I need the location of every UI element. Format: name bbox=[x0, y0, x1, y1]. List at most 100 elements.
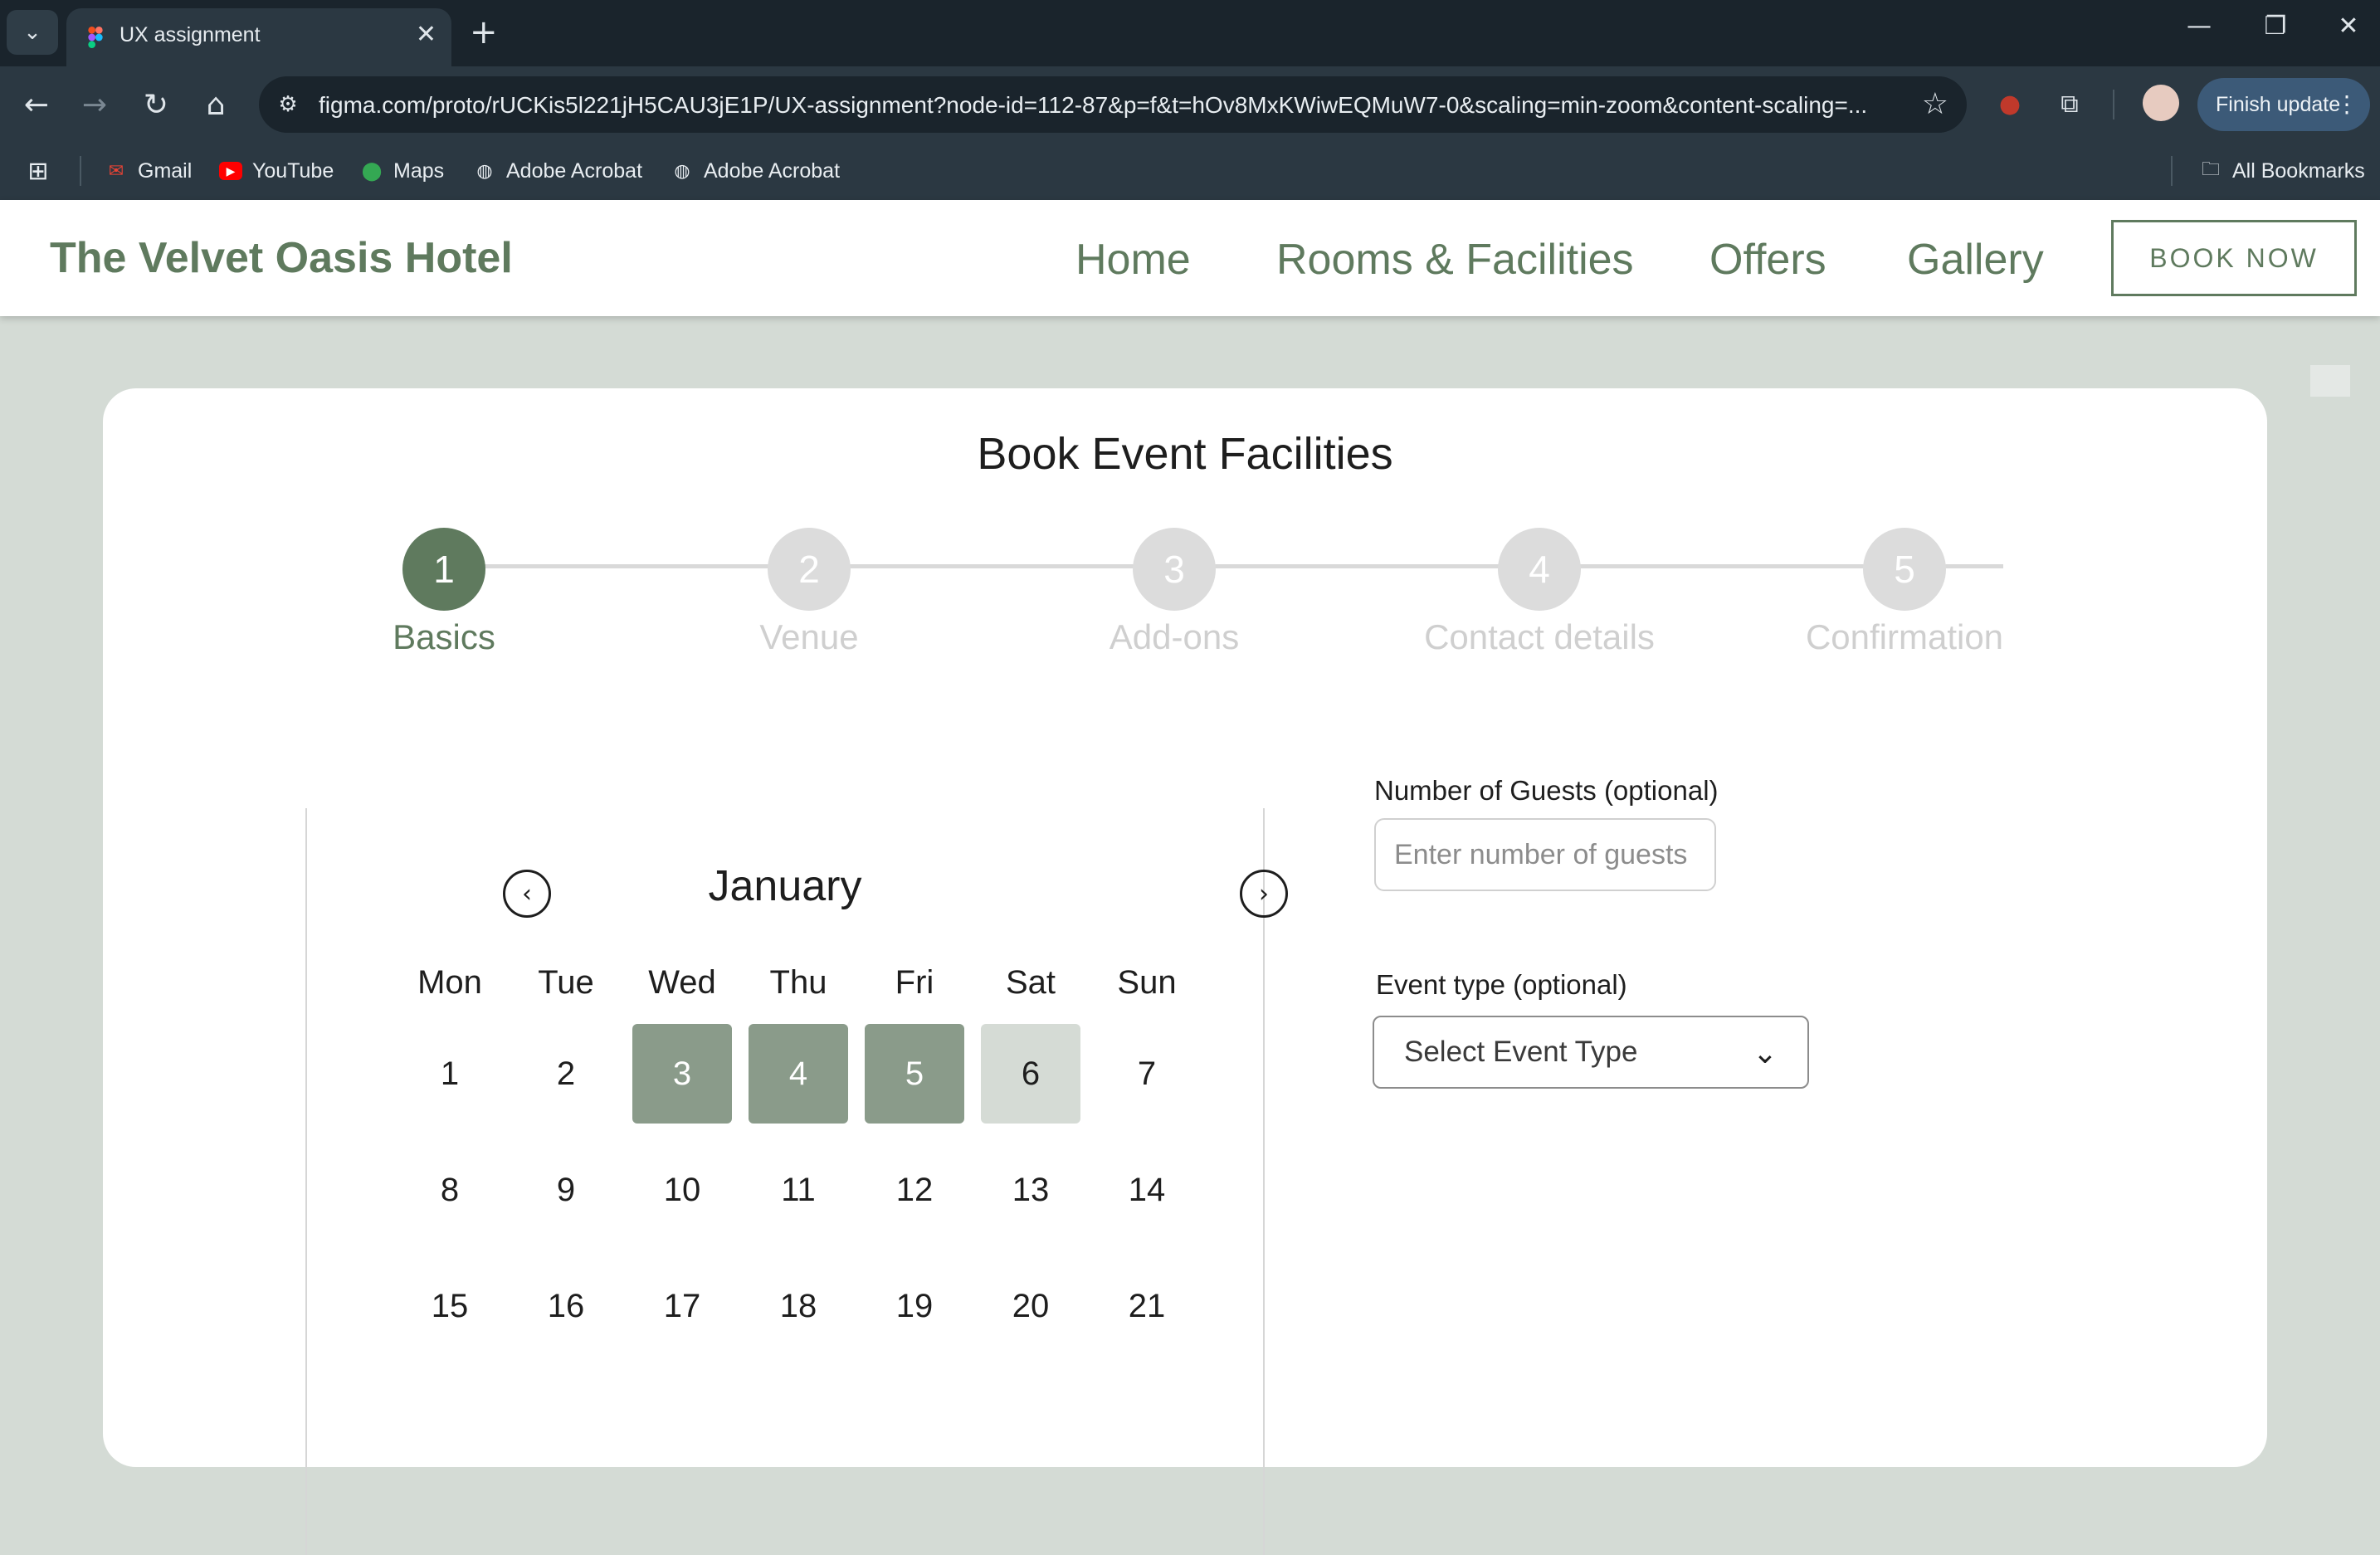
calendar-day-selected[interactable]: 3 bbox=[632, 1024, 732, 1124]
bookmark-star-icon[interactable]: ☆ bbox=[1922, 87, 1948, 121]
calendar-day-cell[interactable]: 8 bbox=[392, 1140, 508, 1240]
browser-tab[interactable]: UX assignment ✕ bbox=[66, 8, 451, 66]
bookmark-gmail[interactable]: ✉ Gmail bbox=[105, 153, 193, 189]
calendar-day-cell[interactable]: 3 bbox=[624, 1024, 740, 1124]
calendar-week: 15 16 17 18 19 20 21 bbox=[392, 1248, 1205, 1364]
calendar-day-cell[interactable]: 18 bbox=[740, 1256, 856, 1356]
nav-rooms-facilities[interactable]: Rooms & Facilities bbox=[1276, 235, 1634, 285]
calendar-day-cell[interactable]: 9 bbox=[508, 1140, 624, 1240]
site-info-icon[interactable]: ⚙ bbox=[274, 90, 302, 119]
calendar-day[interactable]: 17 bbox=[632, 1256, 732, 1356]
restore-icon[interactable]: ❐ bbox=[2251, 12, 2300, 41]
figma-icon bbox=[88, 27, 103, 48]
calendar-day-cell[interactable]: 13 bbox=[973, 1140, 1089, 1240]
step-add-ons[interactable]: 3 Add-ons bbox=[1050, 528, 1299, 657]
reload-icon[interactable]: ↻ bbox=[136, 85, 176, 124]
hotel-brand[interactable]: The Velvet Oasis Hotel bbox=[50, 233, 513, 283]
calendar-day[interactable]: 16 bbox=[516, 1256, 616, 1356]
calendar-day-cell[interactable]: 14 bbox=[1089, 1140, 1205, 1240]
calendar-day-cell[interactable]: 4 bbox=[740, 1024, 856, 1124]
calendar-day[interactable]: 14 bbox=[1097, 1140, 1197, 1240]
calendar-day-hover[interactable]: 6 bbox=[981, 1024, 1080, 1124]
all-bookmarks[interactable]: 🗀 All Bookmarks bbox=[2199, 153, 2365, 189]
close-window-icon[interactable]: ✕ bbox=[2324, 12, 2373, 41]
nav-offers[interactable]: Offers bbox=[1709, 235, 1826, 285]
calendar-day-cell[interactable]: 12 bbox=[856, 1140, 973, 1240]
calendar-day-cell[interactable]: 10 bbox=[624, 1140, 740, 1240]
calendar-day[interactable]: 15 bbox=[400, 1256, 500, 1356]
close-tab-icon[interactable]: ✕ bbox=[416, 20, 436, 49]
bookmark-label: YouTube bbox=[252, 158, 334, 183]
calendar-day[interactable]: 21 bbox=[1097, 1256, 1197, 1356]
url-text[interactable]: figma.com/proto/rUCKis5l221jH5CAU3jE1P/U… bbox=[319, 92, 1895, 119]
tab-title: UX assignment bbox=[119, 23, 261, 46]
forward-icon[interactable]: → bbox=[75, 85, 115, 124]
calendar-day[interactable]: 20 bbox=[981, 1256, 1080, 1356]
guests-input[interactable] bbox=[1374, 818, 1716, 891]
new-tab-icon[interactable]: + bbox=[470, 12, 498, 53]
book-now-button[interactable]: BOOK NOW bbox=[2111, 220, 2357, 296]
calendar-day-cell[interactable]: 7 bbox=[1089, 1024, 1205, 1124]
calendar-day-cell[interactable]: 19 bbox=[856, 1256, 973, 1356]
calendar-day-cell[interactable]: 1 bbox=[392, 1024, 508, 1124]
browser-chrome: ⌄ UX assignment ✕ + — ❐ ✕ ← → ↻ ⌂ ⚙ figm… bbox=[0, 0, 2380, 200]
finish-update-button[interactable]: Finish update ⋮ bbox=[2197, 78, 2370, 131]
calendar-day[interactable]: 2 bbox=[516, 1024, 616, 1124]
calendar-day[interactable]: 7 bbox=[1097, 1024, 1197, 1124]
calendar-grid: Mon Tue Wed Thu Fri Sat Sun 1 2 3 4 5 6 … bbox=[392, 949, 1205, 1364]
calendar-day-cell[interactable]: 17 bbox=[624, 1256, 740, 1356]
weekday-label: Sun bbox=[1117, 963, 1177, 1001]
calendar-day[interactable]: 11 bbox=[749, 1140, 848, 1240]
calendar-day-cell[interactable]: 6 bbox=[973, 1024, 1089, 1124]
step-contact-details[interactable]: 4 Contact details bbox=[1415, 528, 1664, 657]
back-icon[interactable]: ← bbox=[17, 85, 56, 124]
calendar-day[interactable]: 12 bbox=[865, 1140, 964, 1240]
bookmark-adobe-acrobat[interactable]: ◍ Adobe Acrobat bbox=[473, 153, 642, 189]
calendar-day-cell[interactable]: 21 bbox=[1089, 1256, 1205, 1356]
calendar-day[interactable]: 8 bbox=[400, 1140, 500, 1240]
step-label: Contact details bbox=[1424, 617, 1655, 656]
profile-avatar[interactable] bbox=[2143, 85, 2179, 121]
step-label: Confirmation bbox=[1805, 617, 2004, 656]
event-type-select[interactable]: Select Event Type ⌄ bbox=[1373, 1016, 1809, 1089]
bookmark-youtube[interactable]: ▶ YouTube bbox=[219, 153, 334, 189]
tab-strip: ⌄ UX assignment ✕ + — ❐ ✕ bbox=[0, 0, 2380, 66]
bookmark-adobe-acrobat[interactable]: ◍ Adobe Acrobat bbox=[671, 153, 840, 189]
apps-grid-icon[interactable]: ⊞ bbox=[27, 153, 50, 189]
booking-card: Book Event Facilities 1 Basics 2 Venue 3… bbox=[103, 388, 2267, 1555]
calendar-day-cell[interactable]: 15 bbox=[392, 1256, 508, 1356]
minimize-icon[interactable]: — bbox=[2174, 12, 2224, 41]
step-venue[interactable]: 2 Venue bbox=[685, 528, 934, 657]
nav-gallery[interactable]: Gallery bbox=[1907, 235, 2044, 285]
calendar-day-cell[interactable]: 2 bbox=[508, 1024, 624, 1124]
calendar-day[interactable]: 19 bbox=[865, 1256, 964, 1356]
calendar-day-selected[interactable]: 4 bbox=[749, 1024, 848, 1124]
calendar-day-selected[interactable]: 5 bbox=[865, 1024, 964, 1124]
calendar-day[interactable]: 18 bbox=[749, 1256, 848, 1356]
scroll-indicator bbox=[2310, 365, 2350, 397]
tab-search-icon[interactable]: ⌄ bbox=[7, 10, 58, 55]
calendar-day[interactable]: 10 bbox=[632, 1140, 732, 1240]
next-month-icon[interactable]: › bbox=[1240, 870, 1288, 918]
calendar-day[interactable]: 13 bbox=[981, 1140, 1080, 1240]
calendar-day-cell[interactable]: 5 bbox=[856, 1024, 973, 1124]
extension-icon[interactable]: ● bbox=[1992, 86, 2028, 123]
globe-icon: ◍ bbox=[674, 160, 690, 181]
step-number: 1 bbox=[402, 528, 485, 611]
calendar-day-cell[interactable]: 16 bbox=[508, 1256, 624, 1356]
step-basics[interactable]: 1 Basics bbox=[319, 528, 568, 657]
step-confirmation[interactable]: 5 Confirmation bbox=[1780, 528, 2029, 657]
calendar-day-cell[interactable]: 11 bbox=[740, 1140, 856, 1240]
calendar-day[interactable]: 9 bbox=[516, 1140, 616, 1240]
home-icon[interactable]: ⌂ bbox=[196, 85, 236, 124]
more-menu-icon[interactable]: ⋮ bbox=[2335, 78, 2358, 131]
globe-icon: ◍ bbox=[476, 160, 493, 181]
site-header: The Velvet Oasis Hotel Home Rooms & Faci… bbox=[0, 200, 2380, 316]
extensions-puzzle-icon[interactable]: ⧉ bbox=[2051, 86, 2088, 123]
nav-home[interactable]: Home bbox=[1075, 235, 1191, 285]
calendar-day-cell[interactable]: 20 bbox=[973, 1256, 1089, 1356]
calendar-day[interactable]: 1 bbox=[400, 1024, 500, 1124]
address-bar[interactable]: ⚙ figma.com/proto/rUCKis5l221jH5CAU3jE1P… bbox=[259, 76, 1967, 133]
bookmark-maps[interactable]: ⬤ Maps bbox=[360, 153, 444, 189]
event-type-label: Event type (optional) bbox=[1376, 969, 1627, 1000]
